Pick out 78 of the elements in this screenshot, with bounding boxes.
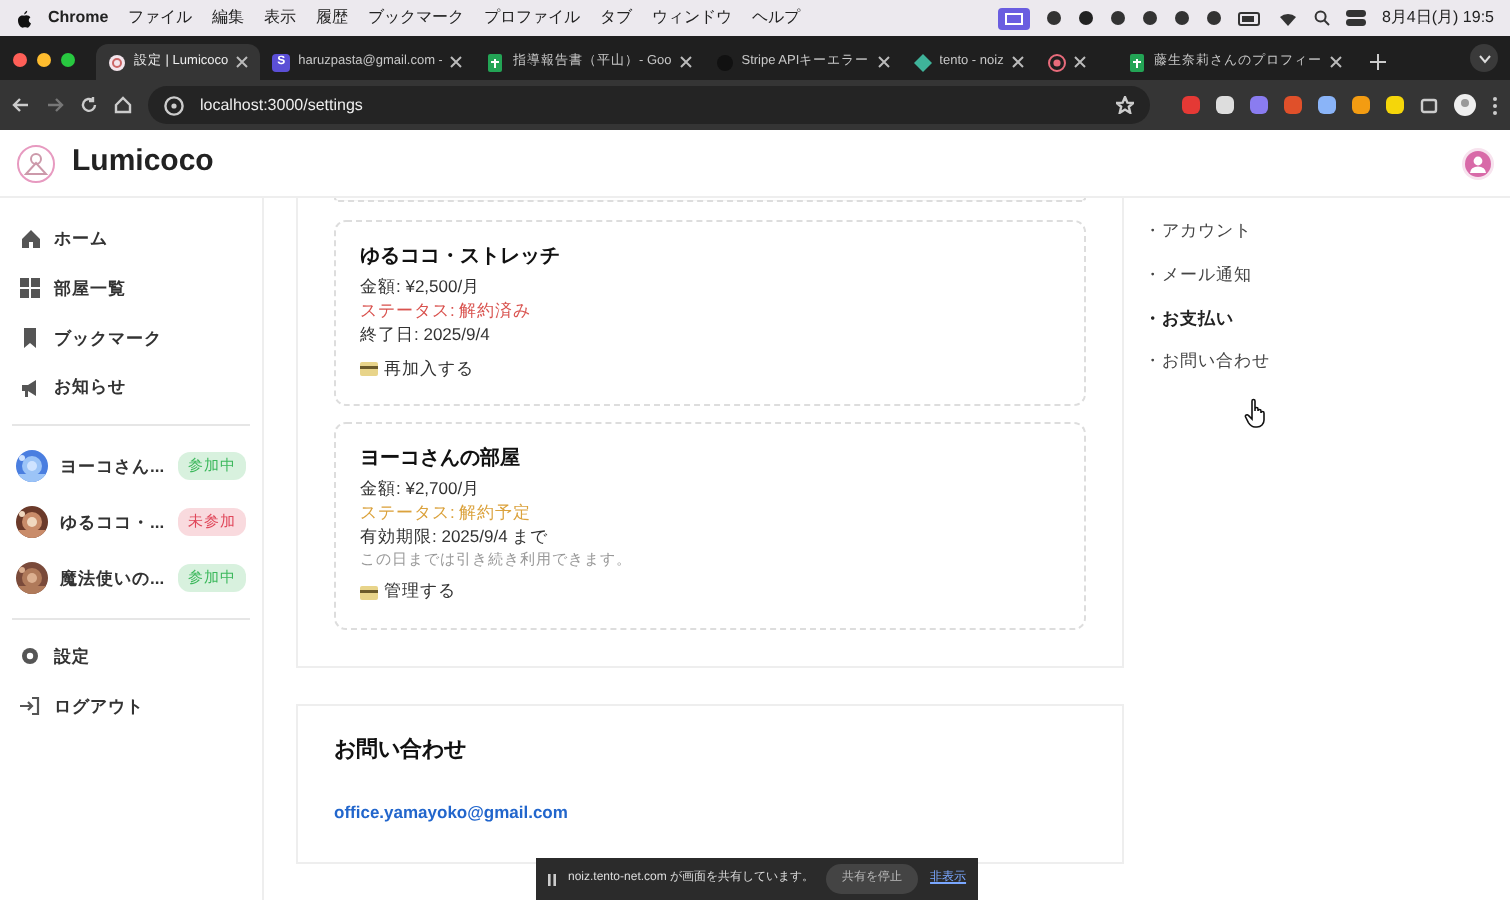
menu-item[interactable]: タブ	[600, 6, 633, 30]
settings-nav-link[interactable]: ・アカウント	[1144, 218, 1270, 244]
grid-icon	[20, 278, 40, 299]
pause-icon[interactable]	[548, 873, 556, 885]
hand-cursor-icon	[1244, 398, 1268, 428]
close-icon[interactable]	[450, 56, 463, 68]
status-text: ステータス: 解約予定	[360, 501, 534, 526]
status-text: ステータス: 解約済み	[360, 299, 534, 324]
settings-nav-link[interactable]: ・お支払い	[1144, 305, 1270, 331]
reload-icon[interactable]	[80, 96, 98, 114]
star-icon[interactable]	[1116, 96, 1134, 114]
menu-item[interactable]: ウィンドウ	[652, 6, 733, 30]
close-icon[interactable]	[1329, 56, 1342, 68]
spreadsheet-icon	[486, 53, 505, 71]
plan-title: ゆるココ・ストレッチ	[360, 244, 562, 272]
menu-item[interactable]: 表示	[264, 6, 297, 30]
site-info-icon[interactable]	[164, 95, 184, 115]
wifi-icon[interactable]	[1277, 10, 1298, 26]
menu-item[interactable]: 編集	[212, 6, 245, 30]
tab-favicon	[913, 53, 932, 71]
screen-share-icon[interactable]	[997, 7, 1030, 29]
logout-icon	[20, 696, 40, 717]
card-icon	[360, 362, 378, 377]
sidebar-item[interactable]: ログアウト	[0, 681, 262, 731]
settings-nav-link[interactable]: ・メール通知	[1144, 261, 1270, 287]
room-name[interactable]: ゆるココ・...	[60, 509, 166, 535]
date-text: 有効期限: 2025/9/4 まで	[360, 525, 551, 550]
section-heading: お問い合わせ	[334, 735, 468, 765]
price-text: 金額: ¥2,500/月	[360, 276, 483, 300]
forward-icon[interactable]	[46, 96, 64, 114]
new-tab-icon[interactable]	[1369, 54, 1386, 70]
tab-favicon	[108, 53, 126, 71]
apple-icon[interactable]	[16, 9, 32, 27]
home-icon	[20, 228, 40, 249]
settings-icon	[20, 646, 40, 667]
email-link[interactable]: office.yamayoko@gmail.com	[334, 802, 568, 822]
tab-search-button[interactable]	[1470, 44, 1498, 72]
card-icon	[360, 585, 378, 600]
avatar-icon[interactable]	[1462, 147, 1494, 179]
bookmark-icon	[20, 327, 40, 348]
home-icon[interactable]	[114, 96, 132, 114]
menu-item[interactable]: プロファイル	[484, 6, 581, 30]
room-name[interactable]: ヨーコさん...	[60, 453, 166, 479]
sidebar-item[interactable]: ブックマーク	[0, 313, 262, 363]
settings-nav-link[interactable]: ・お問い合わせ	[1144, 348, 1270, 374]
battery-icon[interactable]	[1237, 11, 1262, 25]
more-icon[interactable]	[1492, 95, 1498, 115]
sidebar-item[interactable]: ホーム	[0, 214, 262, 264]
close-icon[interactable]	[236, 56, 249, 68]
menu-item[interactable]: ヘルプ	[752, 6, 801, 30]
plan-title: ヨーコさんの部屋	[360, 446, 522, 474]
action-link[interactable]: 再加入する	[360, 357, 474, 382]
menu-bar-clock[interactable]: 8月4日(月) 19:5	[1381, 6, 1494, 30]
profile-icon[interactable]	[1454, 94, 1476, 116]
megaphone-icon	[20, 377, 40, 398]
tab-favicon	[1047, 53, 1066, 71]
menu-item[interactable]: ファイル	[128, 6, 193, 30]
sidebar-item[interactable]: 設定	[0, 632, 262, 682]
close-icon[interactable]	[679, 56, 692, 68]
spreadsheet-icon	[1127, 53, 1146, 71]
close-icon[interactable]	[1011, 56, 1024, 68]
app-menu[interactable]: Chrome	[48, 6, 109, 30]
close-icon[interactable]	[877, 56, 890, 68]
menu-item[interactable]: 履歴	[316, 6, 349, 30]
price-text: 金額: ¥2,700/月	[360, 478, 483, 502]
close-icon[interactable]	[1073, 56, 1086, 68]
brand-name[interactable]: Lumicoco	[72, 140, 214, 186]
control-center-icon[interactable]	[1345, 10, 1366, 26]
chevron-down-icon	[1477, 53, 1491, 63]
action-link[interactable]: 管理する	[360, 580, 456, 605]
date-text: 終了日: 2025/9/4	[360, 323, 492, 348]
sidebar-item[interactable]: 部屋一覧	[0, 263, 262, 313]
menu-item[interactable]: ブックマーク	[368, 6, 465, 30]
room-name[interactable]: 魔法使いの...	[60, 565, 166, 591]
address-bar[interactable]: localhost:3000/settings	[148, 86, 1150, 124]
sidebar-item[interactable]: お知らせ	[0, 362, 262, 412]
back-icon[interactable]	[12, 96, 30, 114]
search-icon[interactable]	[1313, 10, 1330, 26]
